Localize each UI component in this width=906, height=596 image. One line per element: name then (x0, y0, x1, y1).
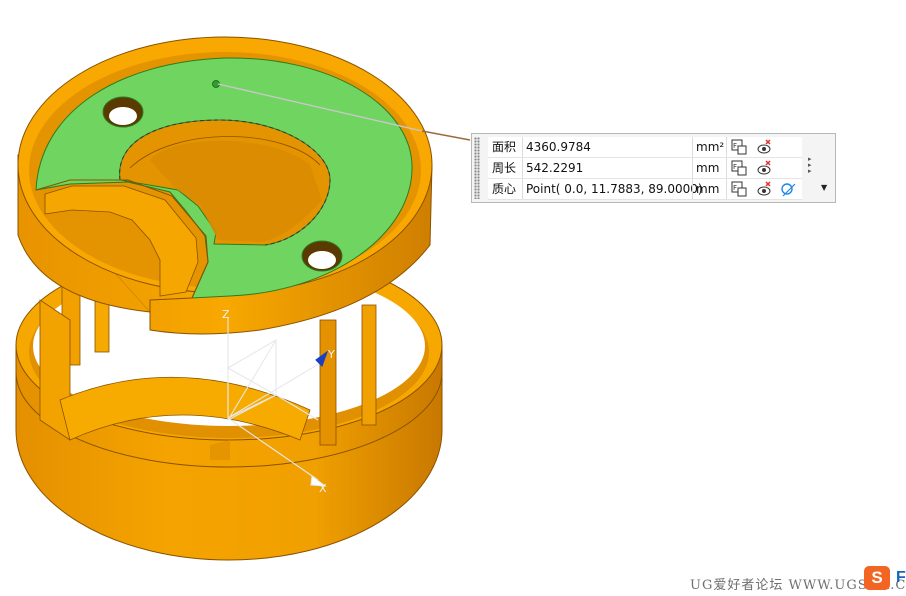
perimeter-value: 542.2291 (526, 161, 584, 175)
graphics-viewport[interactable]: Z Y X (0, 0, 906, 596)
expression-icon[interactable]: F (731, 139, 747, 155)
show-hide-icon[interactable] (756, 160, 772, 176)
measure-row-centroid: 质心 Point( 0.0, 11.7883, 89.0000) mm F (488, 179, 802, 200)
expression-icon[interactable]: F (731, 181, 747, 197)
dropdown-arrow-icon[interactable]: ▼ (821, 183, 827, 192)
area-unit[interactable]: mm² (696, 137, 724, 157)
perimeter-label: 周长 (492, 161, 517, 175)
site-logo-icon: S (864, 566, 890, 590)
perimeter-unit[interactable]: mm (696, 158, 719, 178)
axis-y-label: Y (327, 348, 335, 361)
svg-text:F: F (733, 184, 737, 192)
expand-arrows-icon[interactable]: ▸ ▸ ▸ (808, 156, 818, 180)
measure-row-area: 面积 4360.9784 mm² F (488, 137, 802, 158)
measure-row-perimeter: 周长 542.2291 mm F (488, 158, 802, 179)
axis-z-label: Z (222, 308, 230, 321)
axis-x-label: X (319, 482, 327, 495)
svg-text:F: F (733, 163, 737, 171)
centroid-label: 质心 (492, 182, 517, 196)
show-hide-icon[interactable] (756, 139, 772, 155)
point-display-icon[interactable] (780, 181, 796, 197)
expression-icon[interactable]: F (731, 160, 747, 176)
edge-fragment-letter: F (896, 569, 906, 586)
show-hide-icon[interactable] (756, 181, 772, 197)
area-value: 4360.9784 (526, 140, 591, 154)
measure-results-panel: 面积 4360.9784 mm² F 周长 542.2291 mm F 质心 P… (471, 133, 836, 203)
centroid-value: Point( 0.0, 11.7883, 89.0000) (526, 182, 703, 196)
centroid-unit[interactable]: mm (696, 179, 719, 199)
panel-drag-grip[interactable] (474, 137, 480, 199)
area-label: 面积 (492, 140, 517, 154)
svg-text:F: F (733, 142, 737, 150)
